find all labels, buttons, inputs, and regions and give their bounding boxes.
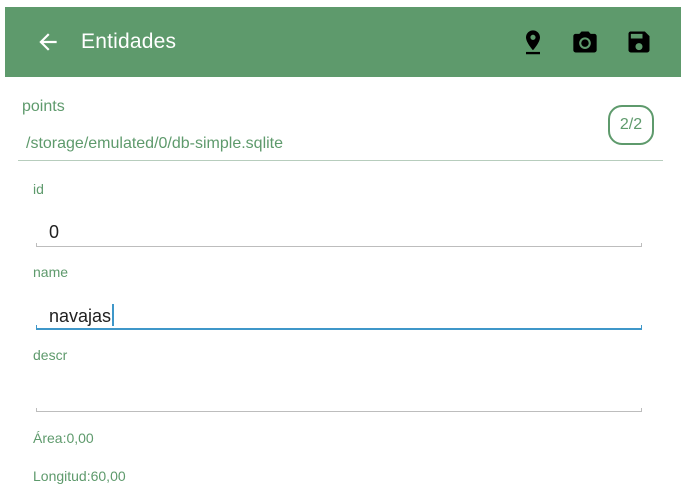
- arrow-left-icon[interactable]: [35, 29, 61, 55]
- page-title: Entidades: [81, 30, 177, 53]
- table-name-label: points: [22, 98, 65, 115]
- id-field-underline: [36, 243, 642, 247]
- area-info: Área:0,00: [33, 430, 94, 446]
- descr-field-underline: [36, 408, 642, 412]
- database-path-label: /storage/emulated/0/db-simple.sqlite: [26, 135, 284, 152]
- record-counter-badge[interactable]: 2/2: [608, 105, 654, 145]
- id-field[interactable]: 0: [49, 222, 59, 243]
- descr-field-label: descr: [33, 347, 68, 363]
- name-field-value: navajas: [49, 306, 112, 326]
- text-cursor: [112, 304, 115, 326]
- save-icon[interactable]: [625, 28, 653, 56]
- name-field-label: name: [33, 264, 69, 280]
- app-bar: Entidades: [5, 7, 681, 77]
- location-pin-icon[interactable]: [519, 28, 547, 56]
- camera-icon[interactable]: [571, 28, 599, 56]
- header-divider: [18, 160, 663, 161]
- id-field-label: id: [33, 181, 44, 197]
- descr-field[interactable]: [49, 385, 639, 407]
- longitude-info: Longitud:60,00: [33, 468, 126, 484]
- name-field-underline: [36, 325, 642, 330]
- name-field[interactable]: navajas: [49, 304, 115, 327]
- status-strip: [0, 0, 681, 7]
